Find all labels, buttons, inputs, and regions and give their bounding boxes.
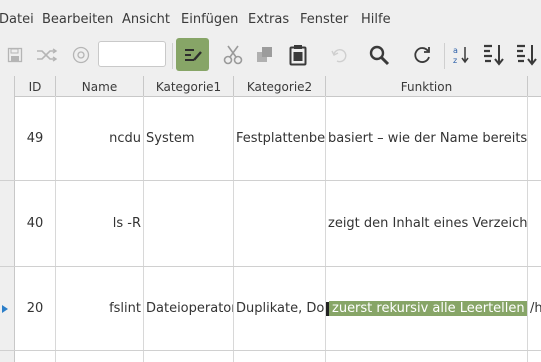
cell-name[interactable]: ls -R [56, 181, 144, 266]
sort-descending-icon[interactable] [514, 38, 540, 72]
table-row[interactable]: 40 ls -R zeigt den Inhalt eines Verzeich… [0, 181, 541, 267]
toolbar-separator [172, 43, 173, 69]
menu-datei[interactable]: Datei [0, 12, 34, 27]
cell-kategorie1[interactable]: System [144, 96, 234, 180]
svg-text:z: z [453, 56, 457, 65]
current-row-indicator-icon [2, 305, 8, 313]
copy-icon[interactable] [253, 38, 277, 72]
cell-funktion[interactable] [326, 351, 528, 362]
cell-text: ncdu [109, 130, 141, 146]
menu-extras[interactable]: Extras [248, 12, 289, 27]
shuffle-icon[interactable] [34, 38, 60, 72]
row-header[interactable] [0, 181, 15, 266]
cell-kategorie2[interactable] [234, 181, 326, 266]
edit-icon[interactable] [176, 38, 209, 71]
find-icon[interactable] [366, 38, 392, 72]
cell-text: zeigt den Inhalt eines Verzeichnisse [328, 216, 528, 231]
row-header[interactable] [0, 267, 15, 350]
toolbar: az [0, 38, 541, 74]
column-header-id[interactable]: ID [15, 76, 56, 96]
cell-text: ls -R [112, 216, 141, 231]
cell-text: 20 [26, 301, 44, 316]
search-input[interactable] [98, 41, 166, 67]
cell-text: System [146, 130, 195, 146]
cell-extra[interactable] [528, 96, 541, 180]
column-header-funktion[interactable]: Funktion [326, 76, 528, 96]
cell-kategorie1[interactable] [144, 351, 234, 362]
cell-kategorie2[interactable] [234, 351, 326, 362]
menu-bar: Datei Bearbeiten Ansicht Einfügen Extras… [0, 0, 541, 38]
cell-kategorie1[interactable] [144, 181, 234, 266]
cell-text: 40 [26, 216, 44, 231]
cell-text: 49 [26, 130, 44, 146]
clock-icon[interactable] [70, 38, 92, 72]
table-grid: ID Name Kategorie1 Kategorie2 Funktion 4… [0, 76, 541, 362]
cut-icon[interactable] [220, 38, 246, 72]
menu-ansicht[interactable]: Ansicht [122, 12, 170, 27]
cell-name[interactable]: fslint [56, 267, 144, 350]
column-header-kategorie1[interactable]: Kategorie1 [144, 76, 234, 96]
cell-kategorie2[interactable]: Duplikate, Doul [234, 267, 326, 350]
selected-text[interactable]: zuerst rekursiv alle Leertellen aus [329, 301, 527, 316]
row-header[interactable] [0, 96, 15, 180]
table-row[interactable]: 49 ncdu System Festplattenbele basiert –… [0, 96, 541, 181]
column-header-name[interactable]: Name [56, 76, 144, 96]
cell-text: fslint [109, 301, 141, 316]
toolbar-separator [444, 43, 445, 69]
column-header-extra[interactable] [528, 76, 541, 96]
cell-id[interactable]: 20 [15, 267, 56, 350]
refresh-icon[interactable] [409, 38, 435, 72]
cell-name[interactable]: ncdu [56, 96, 144, 180]
cell-extra[interactable] [528, 181, 541, 266]
cell-text: basiert – wie der Name bereits ver [328, 130, 528, 146]
svg-text:a: a [453, 46, 458, 55]
cell-id[interactable] [15, 351, 56, 362]
cell-text: Festplattenbele [236, 130, 326, 146]
paste-icon[interactable] [286, 38, 310, 72]
cell-kategorie1[interactable]: Dateioperator [144, 267, 234, 350]
menu-einfuegen[interactable]: Einfügen [181, 12, 238, 27]
cell-kategorie2[interactable]: Festplattenbele [234, 96, 326, 180]
menu-fenster[interactable]: Fenster [300, 12, 348, 27]
cell-extra[interactable]: /h [528, 267, 541, 350]
cell-id[interactable]: 49 [15, 96, 56, 180]
column-header-kategorie2[interactable]: Kategorie2 [234, 76, 326, 96]
sort-az-icon[interactable]: az [450, 38, 474, 72]
save-icon[interactable] [4, 38, 26, 72]
corner-cell[interactable] [0, 76, 15, 96]
menu-bearbeiten[interactable]: Bearbeiten [42, 12, 113, 27]
cell-text: /h [530, 301, 541, 316]
sort-ascending-icon[interactable] [481, 38, 507, 72]
menu-hilfe[interactable]: Hilfe [361, 12, 391, 27]
cell-funktion[interactable]: basiert – wie der Name bereits ver [326, 96, 528, 180]
table-header: ID Name Kategorie1 Kategorie2 Funktion [0, 76, 541, 97]
cell-funktion[interactable]: zeigt den Inhalt eines Verzeichnisse [326, 181, 528, 266]
row-header[interactable] [0, 351, 15, 362]
cell-funktion-editing[interactable]: zuerst rekursiv alle Leertellen aus [326, 267, 528, 350]
table-row-selected[interactable]: 20 fslint Dateioperator Duplikate, Doul … [0, 267, 541, 351]
cell-text: Duplikate, Doul [236, 301, 325, 316]
table-row[interactable] [0, 351, 541, 362]
cell-text: Dateioperator [146, 301, 234, 316]
cell-id[interactable]: 40 [15, 181, 56, 266]
cell-name[interactable] [56, 351, 144, 362]
undo-icon[interactable] [327, 38, 351, 72]
